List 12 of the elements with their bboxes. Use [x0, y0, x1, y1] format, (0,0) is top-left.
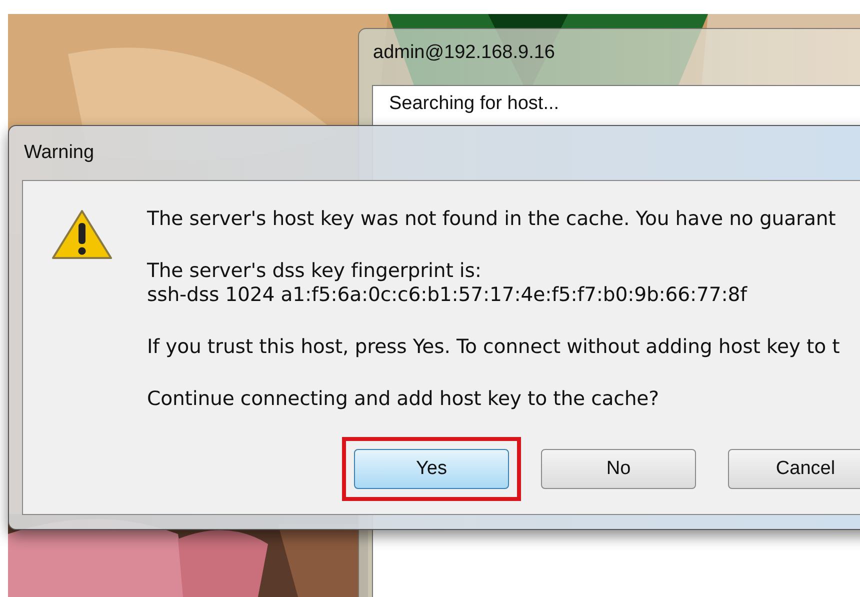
- message-text: The server's dss key fingerprint is:: [147, 259, 482, 283]
- dialog-title: Warning: [24, 142, 94, 164]
- dialog-button[interactable]: No: [541, 449, 696, 489]
- message-text: If you trust this host, press Yes. To connect without adding host key to t: [147, 335, 840, 359]
- status-text: Searching for host...: [388, 92, 560, 115]
- window-title: admin@192.168.9.16: [372, 41, 555, 65]
- message-text: Continue connecting and add host key to the cache?: [147, 387, 659, 411]
- dialog-button[interactable]: Cancel: [728, 449, 860, 489]
- message-text: The server's host key was not found in the cache. You have no guarant: [147, 207, 836, 231]
- warning-icon: [51, 209, 113, 261]
- dialog-button[interactable]: Yes: [354, 449, 509, 489]
- message-text: ssh-dss 1024 a1:f5:6a:0c:c6:b1:57:17:4e:f5:f7:b0:9b:66:77:8f: [147, 283, 747, 307]
